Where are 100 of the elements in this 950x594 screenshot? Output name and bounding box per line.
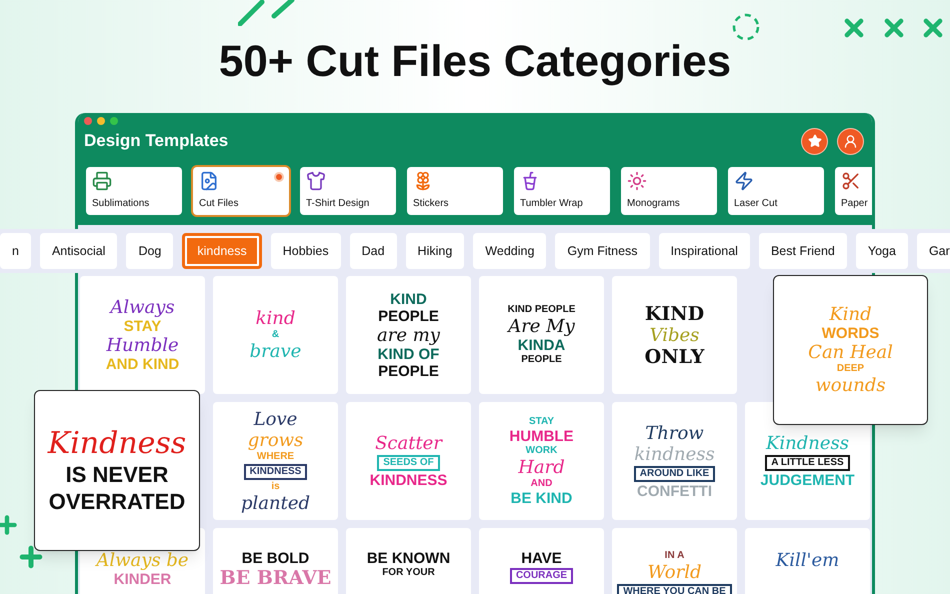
design-text: kindness bbox=[634, 444, 715, 464]
category-card[interactable]: Stickers bbox=[407, 167, 503, 215]
sun-icon bbox=[627, 171, 647, 191]
tag-chip[interactable]: Antisocial bbox=[40, 233, 118, 269]
design-text: Kindness bbox=[48, 426, 186, 460]
scissors-icon bbox=[841, 171, 861, 191]
laser-icon bbox=[734, 171, 754, 191]
design-text: SEEDS OF bbox=[377, 455, 440, 471]
tag-chip[interactable]: Hobbies bbox=[270, 233, 341, 269]
tag-chip[interactable]: Gym Fitness bbox=[555, 233, 650, 269]
design-text: Are My bbox=[508, 316, 575, 337]
tag-chip[interactable]: Dad bbox=[350, 233, 397, 269]
design-text: STAY bbox=[528, 416, 554, 428]
design-text: Vibes bbox=[650, 324, 700, 346]
design-card[interactable]: Always STAY Humble AND KIND bbox=[80, 276, 205, 394]
design-card[interactable]: Love grows WHERE KINDNESS is planted bbox=[213, 402, 338, 520]
tag-chip[interactable]: n bbox=[0, 233, 31, 269]
design-card[interactable]: Kill'em bbox=[745, 528, 870, 594]
design-text: Humble bbox=[106, 335, 179, 356]
design-text: BE BRAVE bbox=[220, 567, 332, 589]
category-card[interactable]: Cut Files bbox=[193, 167, 289, 215]
tag-chip[interactable]: Inspirational bbox=[658, 233, 750, 269]
design-card[interactable]: Throw kindness AROUND LIKE CONFETTI bbox=[612, 402, 737, 520]
tag-chip[interactable]: Hiking bbox=[406, 233, 464, 269]
design-text: AND bbox=[530, 478, 552, 490]
design-text: HAVE bbox=[521, 550, 562, 567]
design-text: KIND OF bbox=[378, 346, 440, 362]
category-card[interactable]: Laser Cut bbox=[728, 167, 824, 215]
design-text: Always be bbox=[96, 550, 189, 571]
design-text: WORK bbox=[526, 444, 558, 456]
design-card[interactable]: IN A World WHERE YOU CAN BE bbox=[612, 528, 737, 594]
category-card[interactable]: Monograms bbox=[621, 167, 717, 215]
design-card[interactable]: kind & brave bbox=[213, 276, 338, 394]
design-text: World bbox=[648, 562, 702, 583]
design-text: are my bbox=[377, 324, 440, 346]
design-text: Always bbox=[110, 297, 175, 318]
design-text: PEOPLE bbox=[521, 354, 562, 366]
category-card[interactable]: Sublimations bbox=[86, 167, 182, 215]
design-text: PEOPLE bbox=[378, 308, 439, 324]
tag-chip[interactable]: Dog bbox=[126, 233, 174, 269]
file-image-icon bbox=[199, 171, 219, 191]
design-text: kind bbox=[256, 308, 296, 329]
design-text: WHERE bbox=[256, 450, 294, 462]
shirt-icon bbox=[306, 171, 326, 191]
printer-icon bbox=[92, 171, 112, 191]
design-card[interactable]: KIND Vibes ONLY bbox=[612, 276, 737, 394]
design-text: KIND PEOPLE bbox=[508, 304, 576, 316]
design-text: wounds bbox=[815, 375, 886, 396]
category-card[interactable]: Paper bbox=[835, 167, 872, 215]
design-card[interactable]: KIND PEOPLE are my KIND OF PEOPLE bbox=[346, 276, 471, 394]
design-preview-popup[interactable]: Kindness IS NEVER OVERRATED bbox=[34, 390, 200, 551]
design-text: planted bbox=[240, 492, 310, 514]
design-text: KINDER bbox=[114, 571, 172, 588]
design-text: Throw bbox=[645, 422, 704, 444]
design-text: KINDNESS bbox=[244, 464, 308, 480]
design-text: Hard bbox=[518, 456, 565, 478]
design-text: KINDNESS bbox=[370, 472, 448, 489]
category-card[interactable]: Tumbler Wrap bbox=[514, 167, 610, 215]
design-text: A LITTLE LESS bbox=[765, 455, 850, 471]
design-text: Kind bbox=[829, 304, 872, 325]
design-card[interactable]: STAY HUMBLE WORK Hard AND BE KIND bbox=[479, 402, 604, 520]
category-card[interactable]: T-Shirt Design bbox=[300, 167, 396, 215]
design-card[interactable]: Scatter SEEDS OF KINDNESS bbox=[346, 402, 471, 520]
design-text: WHERE YOU CAN BE bbox=[617, 584, 732, 594]
design-text: CONFETTI bbox=[637, 482, 712, 500]
design-text: Love bbox=[254, 408, 298, 430]
design-card[interactable]: HAVE COURAGE bbox=[479, 528, 604, 594]
dashed-circle-icon bbox=[731, 12, 761, 42]
design-text: OVERRATED bbox=[48, 488, 186, 514]
design-text: brave bbox=[250, 341, 302, 362]
tag-chip[interactable]: Yoga bbox=[856, 233, 908, 269]
design-text: Scatter bbox=[375, 433, 442, 454]
design-card[interactable]: BE BOLD BE BRAVE bbox=[213, 528, 338, 594]
design-text: IS NEVER bbox=[66, 460, 168, 488]
design-text: KINDA bbox=[518, 337, 566, 354]
design-text: IN A bbox=[664, 550, 684, 562]
design-text: Can Heal bbox=[808, 342, 893, 363]
design-text: FOR YOUR bbox=[382, 567, 435, 579]
window-title: Design Templates bbox=[84, 130, 228, 152]
design-text: AND KIND bbox=[106, 356, 180, 373]
design-card[interactable]: BE KNOWN FOR YOUR bbox=[346, 528, 471, 594]
design-text: WORDS bbox=[822, 325, 880, 342]
design-text: is bbox=[271, 480, 280, 492]
design-card[interactable]: KIND PEOPLE Are My KINDA PEOPLE bbox=[479, 276, 604, 394]
design-text: PEOPLE bbox=[378, 362, 439, 380]
design-text: HUMBLE bbox=[509, 428, 574, 444]
design-text: COURAGE bbox=[510, 568, 574, 584]
design-text: KIND bbox=[390, 290, 427, 308]
tag-chip[interactable]: Gar bbox=[916, 233, 950, 269]
design-text: STAY bbox=[124, 318, 162, 335]
design-text: BE BOLD bbox=[242, 550, 310, 567]
design-text: ONLY bbox=[644, 346, 704, 368]
design-text: BE KNOWN bbox=[366, 550, 450, 567]
tag-chip[interactable]: Wedding bbox=[473, 233, 546, 269]
design-text: Kill'em bbox=[776, 550, 840, 571]
account-button[interactable] bbox=[837, 128, 864, 154]
tag-chip[interactable]: Best Friend bbox=[758, 233, 847, 269]
design-text: grows bbox=[248, 430, 304, 450]
favorites-button[interactable] bbox=[801, 128, 828, 154]
design-text: AROUND LIKE bbox=[634, 466, 716, 482]
